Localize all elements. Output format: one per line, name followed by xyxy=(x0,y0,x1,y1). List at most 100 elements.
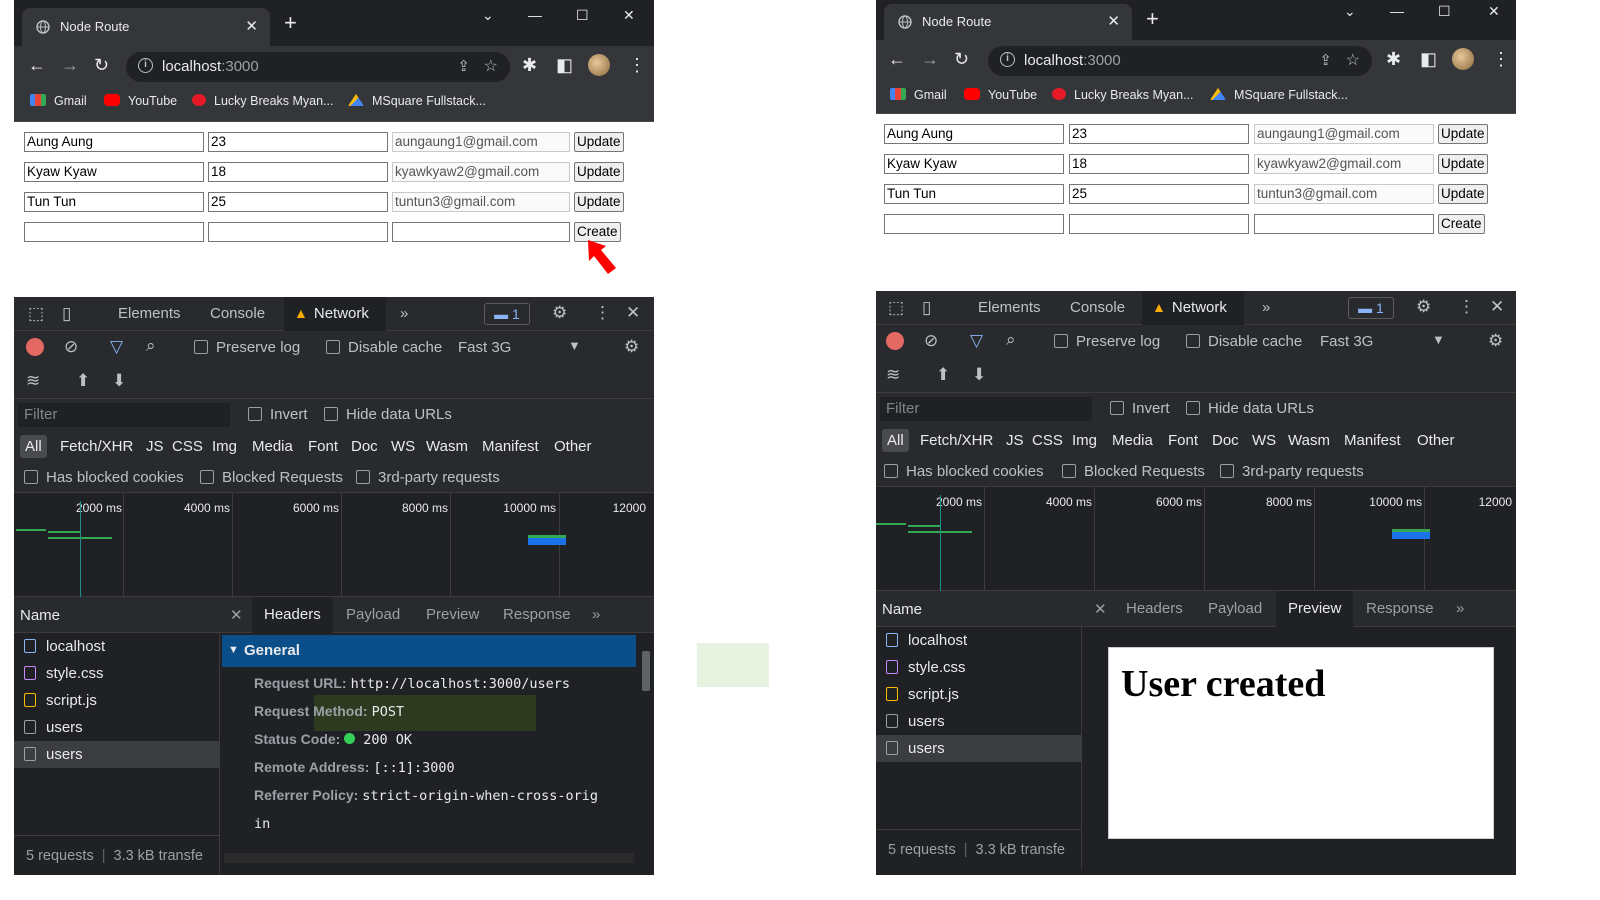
request-row[interactable]: localhost xyxy=(876,627,1082,654)
filter-input[interactable]: Filter xyxy=(18,403,230,427)
export-har-icon[interactable]: ⬇ xyxy=(112,371,126,391)
name-column-header[interactable]: Name xyxy=(14,597,220,633)
forward-icon[interactable]: → xyxy=(61,54,79,76)
browser-tab[interactable]: Node Route ✕ xyxy=(22,8,270,46)
forward-icon[interactable]: → xyxy=(921,48,939,70)
bookmark-star-icon[interactable]: ☆ xyxy=(484,56,498,76)
age-input[interactable]: 23 xyxy=(208,132,388,152)
name-input[interactable]: Kyaw Kyaw xyxy=(24,162,204,182)
name-input[interactable]: Tun Tun xyxy=(24,192,204,212)
preserve-log-checkbox[interactable]: Preserve log xyxy=(1054,333,1160,350)
menu-kebab-icon[interactable]: ⋮ xyxy=(1492,48,1510,70)
maximize-icon[interactable]: ☐ xyxy=(1438,3,1451,20)
inspect-element-icon[interactable]: ⬚ xyxy=(28,304,44,324)
chevron-down-icon[interactable]: ▼ xyxy=(1432,332,1445,347)
type-filter-font[interactable]: Font xyxy=(1168,432,1198,449)
close-detail-icon[interactable]: ✕ xyxy=(1094,600,1107,618)
side-panel-icon[interactable]: ◧ xyxy=(1420,48,1437,70)
tab-preview[interactable]: Preview xyxy=(426,606,479,623)
type-filter-js[interactable]: JS xyxy=(1006,432,1024,449)
devtools-menu-icon[interactable]: ⋮ xyxy=(1458,297,1475,317)
more-tabs-icon[interactable]: » xyxy=(400,305,408,322)
close-tab-icon[interactable]: ✕ xyxy=(1107,12,1120,30)
record-icon[interactable] xyxy=(26,338,44,356)
update-button[interactable]: Update xyxy=(574,192,624,212)
new-tab-button[interactable]: + xyxy=(284,8,297,38)
preserve-log-checkbox[interactable]: Preserve log xyxy=(194,339,300,356)
new-name-input[interactable] xyxy=(24,222,204,242)
bookmark-msquare[interactable]: MSquare Fullstack... xyxy=(1210,88,1348,102)
type-filter-css[interactable]: CSS xyxy=(172,438,203,455)
network-settings-gear-icon[interactable]: ⚙ xyxy=(624,337,639,357)
new-tab-button[interactable]: + xyxy=(1146,4,1159,34)
profile-avatar[interactable] xyxy=(588,54,610,76)
age-input[interactable]: 25 xyxy=(208,192,388,212)
bookmark-gmail[interactable]: Gmail xyxy=(890,88,947,102)
request-row[interactable]: style.css xyxy=(14,660,220,687)
hide-data-urls-checkbox[interactable]: Hide data URLs xyxy=(1186,400,1314,417)
type-filter-ws[interactable]: WS xyxy=(391,438,415,455)
type-filter-other[interactable]: Other xyxy=(1417,432,1455,449)
hide-data-urls-checkbox[interactable]: Hide data URLs xyxy=(324,406,452,423)
more-detail-tabs-icon[interactable]: » xyxy=(592,606,600,623)
network-conditions-icon[interactable]: ≋ xyxy=(26,371,40,391)
type-filter-all[interactable]: All xyxy=(882,429,909,452)
name-column-header[interactable]: Name xyxy=(876,591,1082,627)
bookmark-star-icon[interactable]: ☆ xyxy=(1346,50,1360,70)
disable-cache-checkbox[interactable]: Disable cache xyxy=(326,339,442,356)
inspect-element-icon[interactable]: ⬚ xyxy=(888,298,904,318)
email-input[interactable]: kyawkyaw2@gmail.com xyxy=(1254,154,1434,174)
type-filter-ws[interactable]: WS xyxy=(1252,432,1276,449)
tab-response[interactable]: Response xyxy=(503,606,571,623)
name-input[interactable]: Aung Aung xyxy=(884,124,1064,144)
update-button[interactable]: Update xyxy=(1438,154,1488,174)
horizontal-scrollbar[interactable] xyxy=(224,853,634,863)
type-filter-media[interactable]: Media xyxy=(252,438,293,455)
type-filter-doc[interactable]: Doc xyxy=(1212,432,1239,449)
import-har-icon[interactable]: ⬆ xyxy=(936,365,950,385)
update-button[interactable]: Update xyxy=(1438,124,1488,144)
request-row[interactable]: users xyxy=(14,714,220,741)
bookmark-msquare[interactable]: MSquare Fullstack... xyxy=(348,94,486,108)
site-info-icon[interactable]: i xyxy=(138,58,153,73)
browser-tab[interactable]: Node Route ✕ xyxy=(884,4,1132,40)
email-input[interactable]: aungaung1@gmail.com xyxy=(392,132,570,152)
export-har-icon[interactable]: ⬇ xyxy=(972,365,986,385)
close-devtools-icon[interactable]: ✕ xyxy=(1490,297,1504,317)
request-row[interactable]: style.css xyxy=(876,654,1082,681)
invert-checkbox[interactable]: Invert xyxy=(1110,400,1170,417)
update-button[interactable]: Update xyxy=(1438,184,1488,204)
type-filter-manifest[interactable]: Manifest xyxy=(482,438,539,455)
share-icon[interactable]: ⇪ xyxy=(457,57,470,75)
type-filter-font[interactable]: Font xyxy=(308,438,338,455)
tab-preview[interactable]: Preview xyxy=(1276,591,1354,627)
type-filter-fetch[interactable]: Fetch/XHR xyxy=(60,438,133,455)
new-age-input[interactable] xyxy=(208,222,388,242)
type-filter-manifest[interactable]: Manifest xyxy=(1344,432,1401,449)
has-blocked-cookies-checkbox[interactable]: Has blocked cookies xyxy=(24,469,184,486)
type-filter-img[interactable]: Img xyxy=(1072,432,1097,449)
clear-icon[interactable]: ⊘ xyxy=(924,331,938,351)
type-filter-doc[interactable]: Doc xyxy=(351,438,378,455)
bookmark-lucky-breaks[interactable]: Lucky Breaks Myan... xyxy=(1052,88,1194,102)
age-input[interactable]: 18 xyxy=(208,162,388,182)
tab-payload[interactable]: Payload xyxy=(1208,600,1262,617)
clear-icon[interactable]: ⊘ xyxy=(64,337,78,357)
request-row-selected[interactable]: users xyxy=(14,741,220,768)
type-filter-img[interactable]: Img xyxy=(212,438,237,455)
address-bar[interactable]: i localhost:3000 ⇪ ☆ xyxy=(988,46,1372,76)
request-row[interactable]: localhost xyxy=(14,633,220,660)
site-info-icon[interactable]: i xyxy=(1000,52,1015,67)
chevron-down-icon[interactable]: ▼ xyxy=(568,338,581,353)
tab-console[interactable]: Console xyxy=(1070,299,1125,316)
menu-kebab-icon[interactable]: ⋮ xyxy=(628,54,646,76)
filter-icon[interactable]: ▽ xyxy=(970,331,983,351)
request-row[interactable]: users xyxy=(876,708,1082,735)
side-panel-icon[interactable]: ◧ xyxy=(556,54,573,76)
request-row-selected[interactable]: users xyxy=(876,735,1082,762)
profile-avatar[interactable] xyxy=(1452,48,1474,70)
bookmark-youtube[interactable]: YouTube xyxy=(104,94,177,108)
close-window-icon[interactable]: ✕ xyxy=(623,7,635,24)
tab-network[interactable]: ▲ Network xyxy=(284,297,386,331)
type-filter-wasm[interactable]: Wasm xyxy=(426,438,468,455)
